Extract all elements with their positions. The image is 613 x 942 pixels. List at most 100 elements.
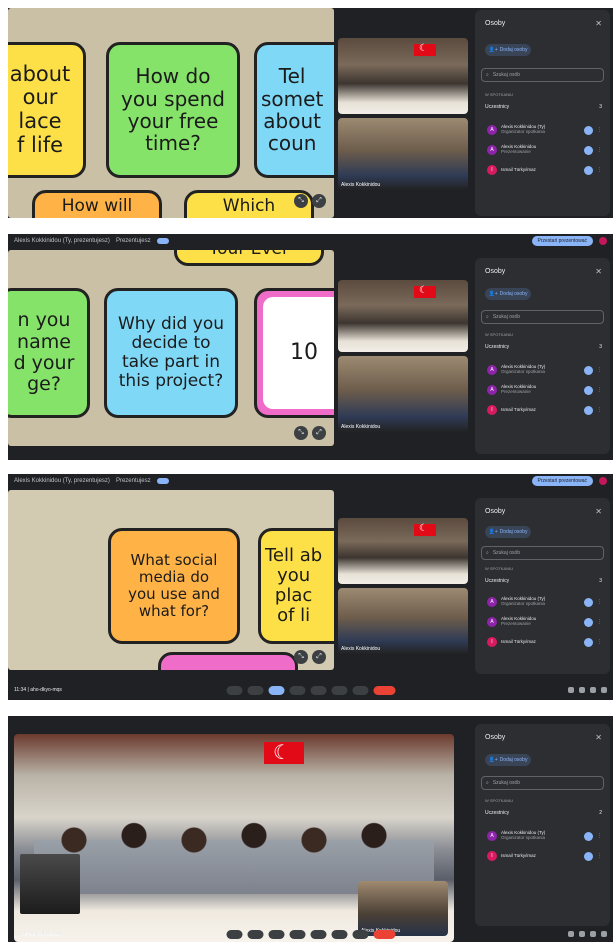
present-icon[interactable] — [310, 685, 326, 695]
more-vert-icon[interactable]: ⋮ — [597, 619, 602, 625]
add-people-button[interactable]: 👤+ Dodaj osoby — [485, 44, 531, 56]
more-vert-icon[interactable]: ⋮ — [597, 599, 602, 605]
captions-icon[interactable] — [268, 929, 284, 939]
video-tile-self[interactable] — [20, 854, 80, 914]
info-icon[interactable] — [568, 931, 574, 937]
mic-icon[interactable] — [584, 385, 593, 395]
people-icon[interactable] — [590, 931, 596, 937]
more-vert-icon[interactable]: ⋮ — [597, 407, 602, 413]
search-input[interactable]: ⌕ Szukaj osób — [481, 310, 604, 324]
video-tile-classroom[interactable] — [338, 518, 468, 584]
search-input[interactable]: ⌕ Szukaj osób — [481, 546, 604, 560]
stop-presenting-button[interactable]: Przestań prezentować — [531, 476, 593, 486]
video-tile-participant[interactable]: Alexis Kokkinidou — [338, 356, 468, 432]
chat-icon[interactable] — [579, 931, 585, 937]
camera-icon[interactable] — [247, 929, 263, 939]
participant-tiles: Alexis Kokkinidou — [338, 280, 468, 440]
mic-icon[interactable] — [584, 617, 593, 627]
more-vert-icon[interactable]: ⋮ — [597, 147, 602, 153]
chat-icon[interactable] — [579, 687, 585, 693]
add-people-button[interactable]: 👤+ Dodaj osoby — [485, 526, 531, 538]
search-icon: ⌕ — [486, 550, 489, 556]
more-vert-icon[interactable]: ⋮ — [597, 167, 602, 173]
mic-icon[interactable] — [584, 125, 593, 135]
captions-icon[interactable] — [268, 685, 284, 695]
raise-hand-icon[interactable] — [331, 685, 347, 695]
mic-icon[interactable] — [584, 637, 593, 647]
mic-icon[interactable] — [584, 851, 593, 861]
participants-group[interactable]: Uczestnicy 3 — [485, 344, 602, 350]
mic-icon[interactable] — [584, 365, 593, 375]
avatar[interactable] — [599, 477, 607, 485]
participant-row[interactable]: I Ismail Türkyılmaz ⋮ — [487, 164, 602, 176]
bottom-toolbar: 11:51 | aho-dkyo-mqs — [8, 926, 613, 942]
main-video-classroom[interactable]: Ismail Türkyılmaz Alexis Kokkinidou — [14, 734, 454, 942]
participant-row[interactable]: A Alexis Kokkinidou (Ty) Organizator spotk… — [487, 830, 602, 842]
close-icon[interactable]: ✕ — [595, 507, 602, 516]
toggle-switch[interactable] — [156, 478, 169, 484]
participant-row[interactable]: I Ismail Türkyılmaz ⋮ — [487, 404, 602, 416]
video-tile-participant[interactable]: Alexis Kokkinidou — [338, 588, 468, 654]
stop-presenting-button[interactable]: Przestań prezentować — [531, 236, 593, 246]
meeting-code: aho-dkyo-mqs — [30, 931, 62, 937]
search-input[interactable]: ⌕ Szukaj osób — [481, 68, 604, 82]
close-icon[interactable]: ✕ — [595, 267, 602, 276]
unpin-icon[interactable]: ⤡ — [294, 650, 308, 664]
video-tile-classroom[interactable] — [338, 280, 468, 352]
add-people-button[interactable]: 👤+ Dodaj osoby — [485, 754, 531, 766]
present-icon[interactable] — [310, 929, 326, 939]
more-vert-icon[interactable]: ⋮ — [597, 639, 602, 645]
participants-group[interactable]: Uczestnicy 3 — [485, 578, 602, 584]
participants-group[interactable]: Uczestnicy 2 — [485, 810, 602, 816]
participant-row[interactable]: A Alexis Kokkinidou Prezentowanie ⋮ — [487, 616, 602, 628]
participant-row[interactable]: I Ismail Türkyılmaz ⋮ — [487, 850, 602, 862]
video-tile-classroom[interactable] — [338, 38, 468, 114]
fullscreen-icon[interactable]: ⤢ — [312, 194, 326, 208]
add-people-button[interactable]: 👤+ Dodaj osoby — [485, 288, 531, 300]
panel-title: Osoby — [485, 734, 506, 741]
more-vert-icon[interactable]: ⋮ — [597, 387, 602, 393]
avatar[interactable] — [599, 237, 607, 245]
end-call-icon[interactable] — [373, 929, 395, 939]
activities-icon[interactable] — [601, 931, 607, 937]
more-vert-icon[interactable]: ⋮ — [597, 853, 602, 859]
emoji-icon[interactable] — [289, 685, 305, 695]
participant-row[interactable]: A Alexis Kokkinidou (Ty) Organizator spotk… — [487, 596, 602, 608]
participant-row[interactable]: A Alexis Kokkinidou (Ty) Organizator spotk… — [487, 364, 602, 376]
unpin-icon[interactable]: ⤡ — [294, 426, 308, 440]
mic-icon[interactable] — [226, 685, 242, 695]
more-vert-icon[interactable] — [352, 929, 368, 939]
participants-group[interactable]: Uczestnicy 3 — [485, 104, 602, 110]
more-vert-icon[interactable]: ⋮ — [597, 367, 602, 373]
mic-icon[interactable] — [584, 831, 593, 841]
mic-icon[interactable] — [584, 145, 593, 155]
participant-row[interactable]: I Ismail Türkyılmaz ⋮ — [487, 636, 602, 648]
activities-icon[interactable] — [601, 687, 607, 693]
video-tile-participant[interactable]: Alexis Kokkinidou — [338, 118, 468, 190]
unpin-icon[interactable]: ⤡ — [294, 194, 308, 208]
emoji-icon[interactable] — [289, 929, 305, 939]
fullscreen-icon[interactable]: ⤢ — [312, 426, 326, 440]
participant-row[interactable]: A Alexis Kokkinidou (Ty) Organizator spotk… — [487, 124, 602, 136]
participant-row[interactable]: A Alexis Kokkinidou Prezentowanie ⋮ — [487, 144, 602, 156]
close-icon[interactable]: ✕ — [595, 733, 602, 742]
tile-name: Alexis Kokkinidou — [341, 182, 381, 188]
fullscreen-icon[interactable]: ⤢ — [312, 650, 326, 664]
close-icon[interactable]: ✕ — [595, 19, 602, 28]
toggle-switch[interactable] — [156, 238, 169, 244]
participant-row[interactable]: A Alexis Kokkinidou Prezentowanie ⋮ — [487, 384, 602, 396]
mic-icon[interactable] — [584, 597, 593, 607]
more-vert-icon[interactable] — [352, 685, 368, 695]
camera-icon[interactable] — [247, 685, 263, 695]
people-icon[interactable] — [590, 687, 596, 693]
question-card: Your Ever — [174, 250, 324, 266]
info-icon[interactable] — [568, 687, 574, 693]
search-input[interactable]: ⌕ Szukaj osób — [481, 776, 604, 790]
mic-icon[interactable] — [226, 929, 242, 939]
end-call-icon[interactable] — [373, 685, 395, 695]
more-vert-icon[interactable]: ⋮ — [597, 833, 602, 839]
raise-hand-icon[interactable] — [331, 929, 347, 939]
mic-icon[interactable] — [584, 165, 593, 175]
more-vert-icon[interactable]: ⋮ — [597, 127, 602, 133]
mic-icon[interactable] — [584, 405, 593, 415]
